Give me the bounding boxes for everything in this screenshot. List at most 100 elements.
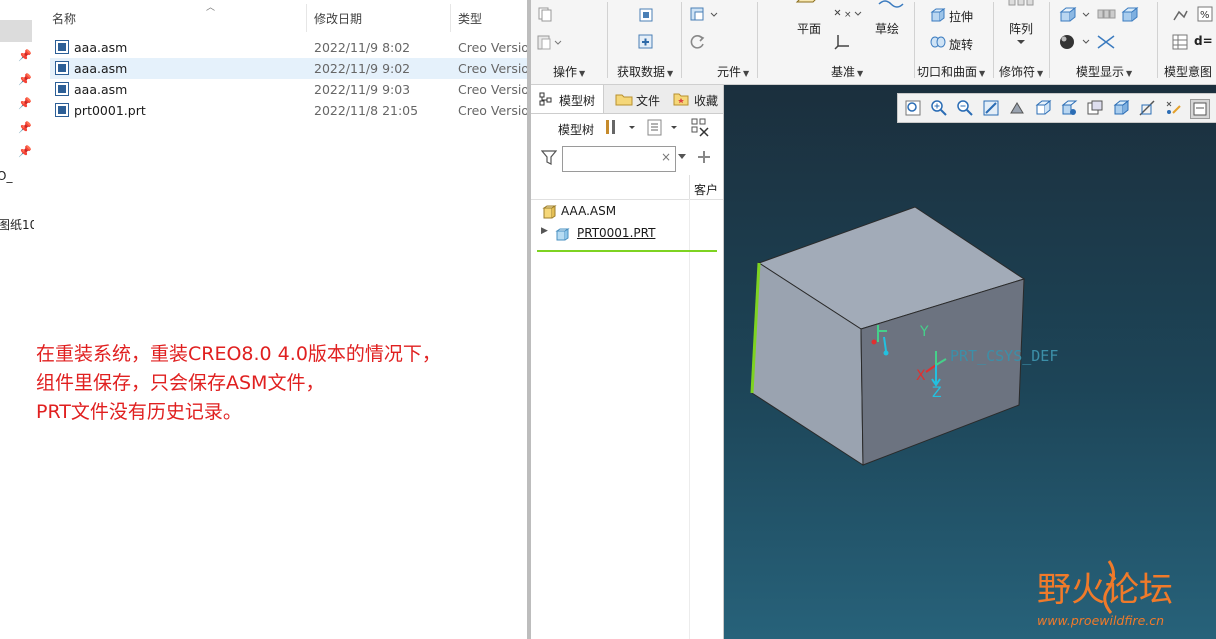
expand-arrow-icon[interactable]: ▶ (541, 226, 548, 236)
datum-axis-point-icon[interactable]: × (833, 6, 863, 22)
extrude-button[interactable]: 拉伸 (949, 8, 973, 25)
view-manager-icon[interactable] (1121, 6, 1139, 24)
column-divider[interactable] (306, 4, 307, 32)
show-list-icon[interactable] (645, 118, 683, 138)
group-divider (757, 2, 758, 78)
display-style-icon[interactable] (1059, 6, 1099, 24)
model-tree-panel: 模型树 文件 收藏 模型树 × 客户 AAA.ASM ▶ PRT0001.PRT (531, 85, 724, 639)
plane-button[interactable]: 平面 (797, 20, 821, 37)
pin-icon[interactable]: 📌 (18, 98, 32, 110)
group-label-datum[interactable]: 基准 ▼ (831, 63, 863, 80)
tab-folder-browser[interactable]: 文件 (611, 85, 661, 113)
file-name: aaa.asm (74, 61, 128, 76)
column-customer[interactable]: 客户 (694, 181, 718, 198)
nav-selected-item[interactable] (0, 20, 32, 42)
coordinate-system-icon[interactable] (833, 32, 851, 50)
file-type: Creo Versio (458, 40, 527, 55)
group-label-model-intent[interactable]: 模型意图 (1164, 63, 1212, 80)
layer-icon[interactable] (1097, 6, 1117, 22)
column-date[interactable]: 修改日期 (314, 10, 362, 27)
tab-model-tree[interactable]: 模型树 (531, 85, 604, 113)
group-label-component[interactable]: 元件 ▼ (717, 63, 749, 80)
annotation-line: PRT文件没有历史记录。 (36, 401, 242, 423)
copy-icon[interactable] (537, 6, 553, 22)
graphics-viewport[interactable]: PRT_CSYS_DEF Y X Z 野火论坛 www.proewildfire… (724, 85, 1216, 639)
file-row[interactable]: aaa.asm 2022/11/9 9:02 Creo Versio (50, 58, 527, 79)
assemble-component-icon[interactable] (689, 6, 723, 24)
add-icon[interactable] (697, 150, 711, 164)
sketch-button[interactable]: 草绘 (875, 20, 899, 37)
group-divider (993, 2, 994, 78)
creo-file-icon (55, 61, 69, 75)
user-defined-feature-icon[interactable] (637, 6, 655, 24)
annotation-display-icon[interactable] (1190, 99, 1210, 119)
sketch-icon[interactable] (877, 0, 905, 8)
insert-indicator[interactable] (537, 250, 717, 252)
file-name: aaa.asm (74, 82, 128, 97)
copy-geometry-icon[interactable] (637, 33, 655, 51)
pattern-button[interactable]: 阵列 (1009, 20, 1033, 37)
family-table-icon[interactable] (1171, 6, 1189, 24)
saved-orientations-icon[interactable] (1034, 99, 1052, 117)
switch-dimension-icon[interactable]: % (1195, 4, 1215, 24)
column-type[interactable]: 类型 (458, 10, 482, 27)
pin-icon[interactable]: 📌 (18, 50, 32, 62)
zoom-out-icon[interactable] (956, 99, 974, 117)
display-style-icon[interactable] (1112, 99, 1130, 117)
regenerate-icon[interactable] (689, 33, 707, 51)
tab-favorites[interactable]: 收藏 (669, 85, 719, 113)
revolve-button[interactable]: 旋转 (949, 36, 973, 53)
chevron-down-icon[interactable] (1016, 38, 1026, 46)
perspective-view-icon[interactable] (1086, 99, 1104, 117)
appearance-icon[interactable] (1059, 33, 1099, 51)
view-manager-icon[interactable] (1060, 99, 1078, 117)
group-label-get-data[interactable]: 获取数据 ▼ (617, 63, 673, 80)
tree-filters-icon[interactable] (689, 116, 713, 140)
column-divider (689, 199, 690, 639)
tree-menu-label[interactable]: 模型树 (558, 121, 594, 138)
file-row[interactable]: aaa.asm 2022/11/9 8:02 Creo Versio (50, 37, 527, 58)
extrude-icon[interactable] (929, 6, 947, 24)
tree-toolbar: 模型树 (531, 115, 723, 143)
datum-display-filters-icon[interactable] (1164, 99, 1182, 117)
paste-icon[interactable] (537, 34, 563, 50)
navigator-tabs: 模型树 文件 收藏 (531, 85, 723, 114)
group-label-model-display[interactable]: 模型显示 ▼ (1076, 63, 1132, 80)
filter-icon[interactable] (541, 149, 557, 167)
plane-icon[interactable] (795, 0, 821, 10)
group-divider (681, 2, 682, 78)
parameters-icon[interactable] (1171, 33, 1189, 51)
column-name[interactable]: 名称 (52, 10, 76, 27)
file-row[interactable]: aaa.asm 2022/11/9 9:03 Creo Versio (50, 79, 527, 100)
repaint-icon[interactable] (982, 99, 1000, 117)
nav-item[interactable]: 图纸10 (0, 216, 34, 233)
reorient-icon[interactable] (1008, 99, 1026, 117)
pattern-icon[interactable] (1007, 0, 1037, 8)
creo-file-icon (55, 103, 69, 117)
perspective-icon[interactable] (1095, 33, 1117, 51)
pin-icon[interactable]: 📌 (18, 122, 32, 134)
file-type: Creo Versio (458, 61, 527, 76)
relations-button[interactable]: d= (1194, 34, 1213, 48)
group-label-cut-and-surface[interactable]: 切口和曲面 ▼ (917, 63, 985, 80)
nav-item[interactable]: O_ (0, 169, 12, 183)
chevron-down-icon[interactable] (677, 153, 687, 161)
file-date: 2022/11/9 9:03 (314, 82, 411, 97)
group-divider (914, 2, 915, 78)
column-divider[interactable] (450, 4, 451, 32)
column-divider[interactable] (689, 175, 690, 199)
group-label-operations[interactable]: 操作 ▼ (553, 63, 585, 80)
clear-icon[interactable]: × (661, 150, 671, 164)
settings-tools-icon[interactable] (603, 118, 637, 138)
group-label-modifiers[interactable]: 修饰符 ▼ (999, 63, 1043, 80)
search-input[interactable]: × (562, 146, 676, 172)
section-icon[interactable] (1138, 99, 1156, 117)
pin-icon[interactable]: 📌 (18, 146, 32, 158)
forum-watermark: 野火论坛 www.proewildfire.cn (1037, 560, 1173, 628)
zoom-in-icon[interactable] (930, 99, 948, 117)
annotation-text: 在重装系统，重装CREO8.0 4.0版本的情况下， 组件里保存，只会保存ASM… (36, 340, 516, 427)
pin-icon[interactable]: 📌 (18, 74, 32, 86)
refit-icon[interactable] (904, 99, 922, 117)
revolve-icon[interactable] (929, 34, 947, 50)
file-row[interactable]: prt0001.prt 2022/11/8 21:05 Creo Versio (50, 100, 527, 121)
